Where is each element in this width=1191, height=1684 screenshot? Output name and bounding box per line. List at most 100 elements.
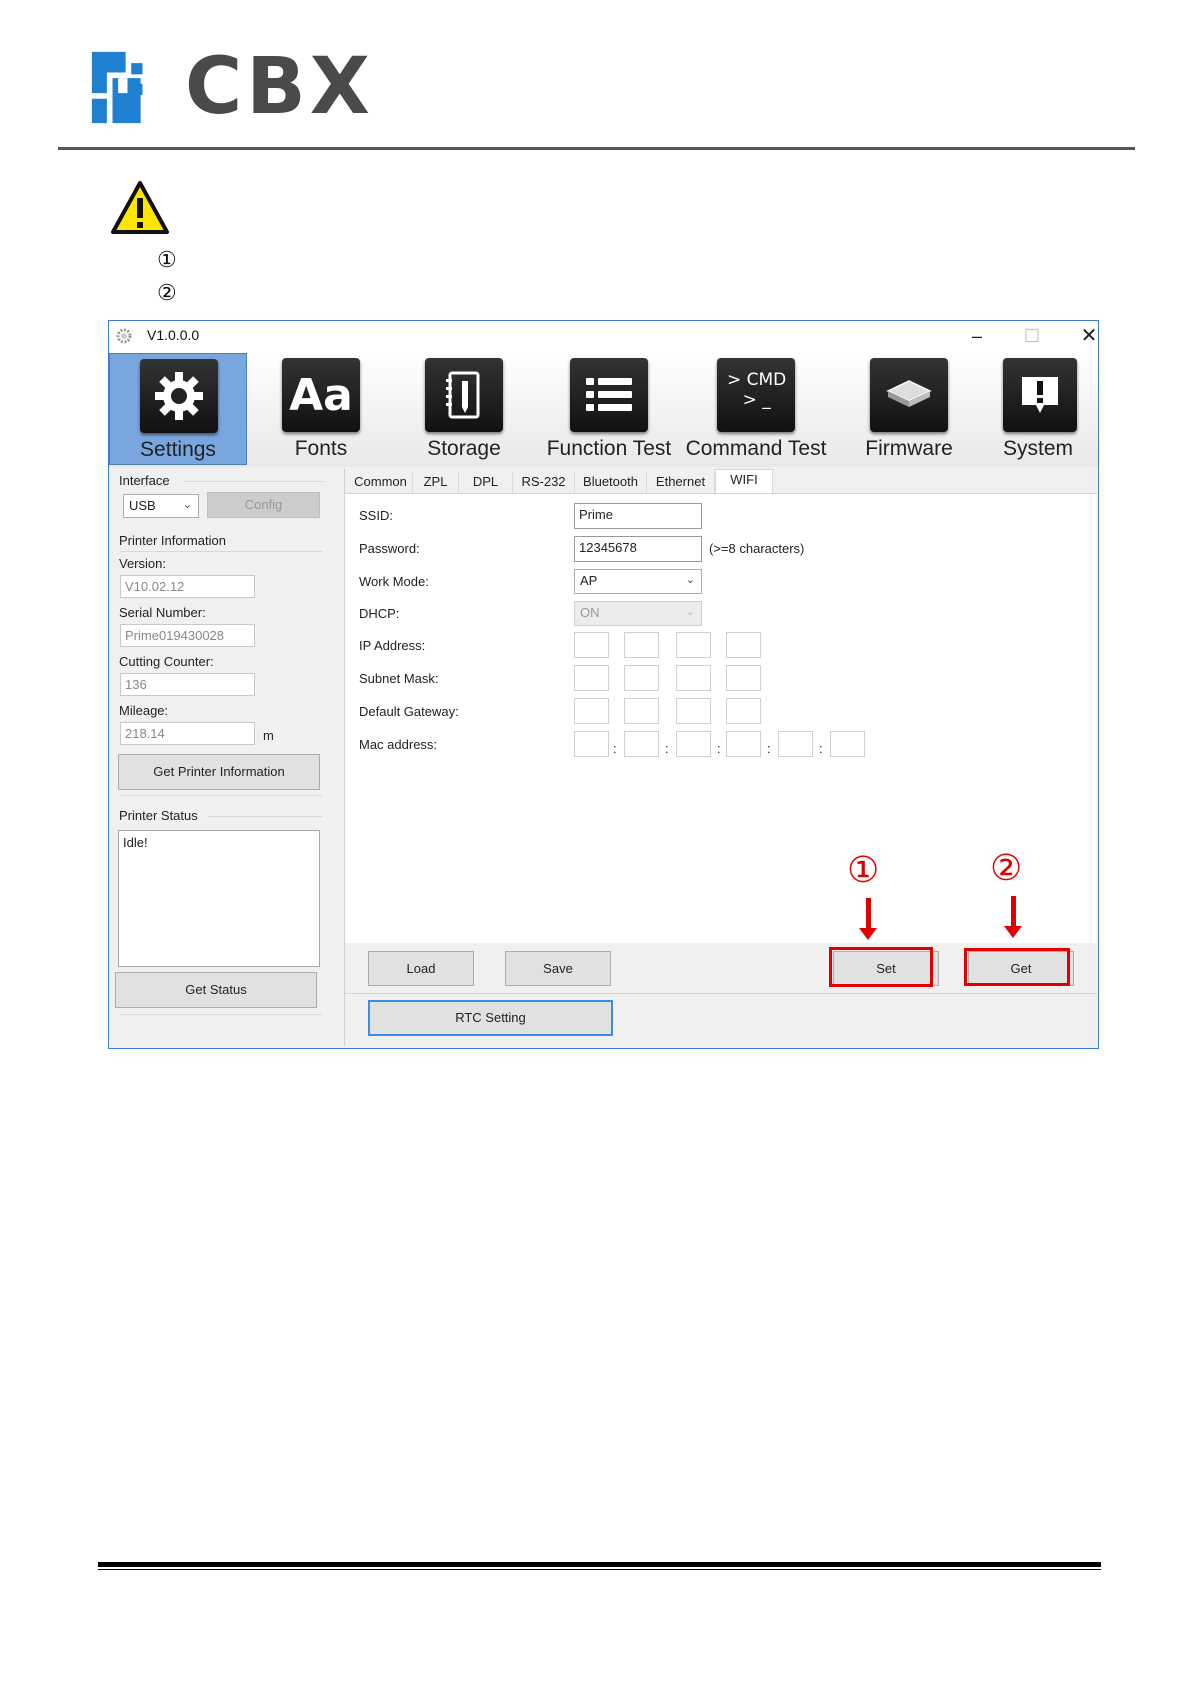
group-divider [119,551,322,552]
tab-bluetooth[interactable]: Bluetooth [575,472,647,493]
chevron-down-icon: ⌄ [685,606,695,618]
ip-octet-1[interactable] [574,632,609,658]
fonts-icon: Aa [282,358,360,432]
rtc-setting-button[interactable]: RTC Setting [368,1000,613,1036]
get-annotation-marker: ② [990,847,1023,888]
subnet-octet-2[interactable] [624,665,659,691]
interface-select-value: USB [129,498,156,513]
toolbar-label-command-test: Command Test [685,437,827,460]
work-mode-label: Work Mode: [359,574,429,589]
ip-octet-4[interactable] [726,632,761,658]
password-hint: (>=8 characters) [709,541,805,556]
interface-select[interactable]: USB ⌄ [123,494,199,518]
mac-part-5[interactable] [778,731,813,757]
mac-separator: : [665,741,669,756]
toolbar-firmware[interactable]: Firmware [849,353,969,465]
chip-icon [870,358,948,432]
mac-part-3[interactable] [676,731,711,757]
mac-address-label: Mac address: [359,737,438,752]
footer-divider [98,1562,1101,1567]
password-input[interactable]: 12345678 [574,536,702,562]
password-label: Password: [359,541,420,556]
work-mode-value: AP [580,573,598,588]
ip-octet-3[interactable] [676,632,711,658]
gateway-octet-1[interactable] [574,698,609,724]
dhcp-select: ON ⌄ [574,601,702,626]
toolbar-function-test[interactable]: Function Test [539,353,679,465]
maximize-button[interactable]: ☐ [1012,324,1052,348]
minimize-button[interactable]: – [957,324,997,348]
tab-common[interactable]: Common [349,472,413,493]
mileage-unit: m [263,728,274,743]
set-arrow-icon [866,898,871,928]
tab-zpl[interactable]: ZPL [413,472,459,493]
warning-icon [111,181,169,234]
printer-info-group-title: Printer Information [119,533,226,548]
toolbar-settings[interactable]: Settings [109,353,247,465]
set-highlight-box [829,947,933,987]
cutting-counter-field: 136 [120,673,255,696]
get-arrow-head-icon [1004,926,1022,938]
app-window: V1.0.0.0 – ☐ ✕ Settings Aa Fonts Storage… [108,320,1099,1049]
toolbar-system[interactable]: System [979,353,1097,465]
load-button[interactable]: Load [368,951,474,986]
tab-wifi[interactable]: WIFI [715,469,773,494]
tab-rs232[interactable]: RS-232 [513,472,575,493]
get-arrow-icon [1011,896,1016,926]
ip-octet-2[interactable] [624,632,659,658]
toolbar-label-storage: Storage [427,437,501,460]
cutting-counter-label: Cutting Counter: [119,654,214,669]
mac-part-2[interactable] [624,731,659,757]
group-divider [119,1014,322,1015]
mac-separator: : [819,741,823,756]
toolbar-fonts[interactable]: Aa Fonts [261,353,381,465]
save-button[interactable]: Save [505,951,611,986]
work-mode-select[interactable]: AP ⌄ [574,569,702,594]
wifi-tab-page: SSID: Prime Password: 12345678 (>=8 char… [345,493,1097,943]
mac-part-1[interactable] [574,731,609,757]
app-gear-icon [116,328,132,344]
gateway-octet-2[interactable] [624,698,659,724]
subnet-octet-1[interactable] [574,665,609,691]
subnet-mask-label: Subnet Mask: [359,671,439,686]
window-title: V1.0.0.0 [147,327,200,343]
mileage-label: Mileage: [119,703,169,718]
gateway-octet-3[interactable] [676,698,711,724]
gateway-octet-4[interactable] [726,698,761,724]
toolbar-storage[interactable]: Storage [399,353,529,465]
note-marker-1: ① [157,247,177,272]
left-panel: Interface USB ⌄ Config Printer Informati… [113,469,332,1046]
mac-separator: : [613,741,617,756]
dhcp-label: DHCP: [359,606,400,621]
serial-number-label: Serial Number: [119,605,206,620]
toolbar-label-function-test: Function Test [546,437,672,460]
subnet-octet-4[interactable] [726,665,761,691]
default-gateway-label: Default Gateway: [359,704,459,719]
get-printer-info-button[interactable]: Get Printer Information [118,754,320,790]
header-divider [58,147,1135,150]
ssid-label: SSID: [359,508,393,523]
dhcp-value: ON [580,605,600,620]
ssid-input[interactable]: Prime [574,503,702,529]
group-divider [208,816,322,817]
mac-separator: : [717,741,721,756]
close-button[interactable]: ✕ [1069,324,1109,348]
logo-text: CBX [185,42,374,132]
cmd-icon: > CMD > _ [717,358,795,432]
version-label: Version: [119,556,166,571]
subnet-octet-3[interactable] [676,665,711,691]
tab-dpl[interactable]: DPL [459,472,513,493]
group-divider [183,481,323,482]
mac-part-6[interactable] [830,731,865,757]
get-status-button[interactable]: Get Status [115,972,317,1008]
cbx-logo-mark [91,51,143,124]
serial-number-field: Prime019430028 [120,624,255,647]
toolbar-label-settings: Settings [140,438,216,461]
chevron-down-icon: ⌄ [182,499,192,511]
tab-ethernet[interactable]: Ethernet [647,472,715,493]
settings-tabs: Common ZPL DPL RS-232 Bluetooth Ethernet… [345,469,1097,494]
mac-part-4[interactable] [726,731,761,757]
config-button[interactable]: Config [207,492,320,518]
note-marker-2: ② [157,280,177,305]
toolbar-command-test[interactable]: > CMD > _ Command Test [681,353,831,465]
